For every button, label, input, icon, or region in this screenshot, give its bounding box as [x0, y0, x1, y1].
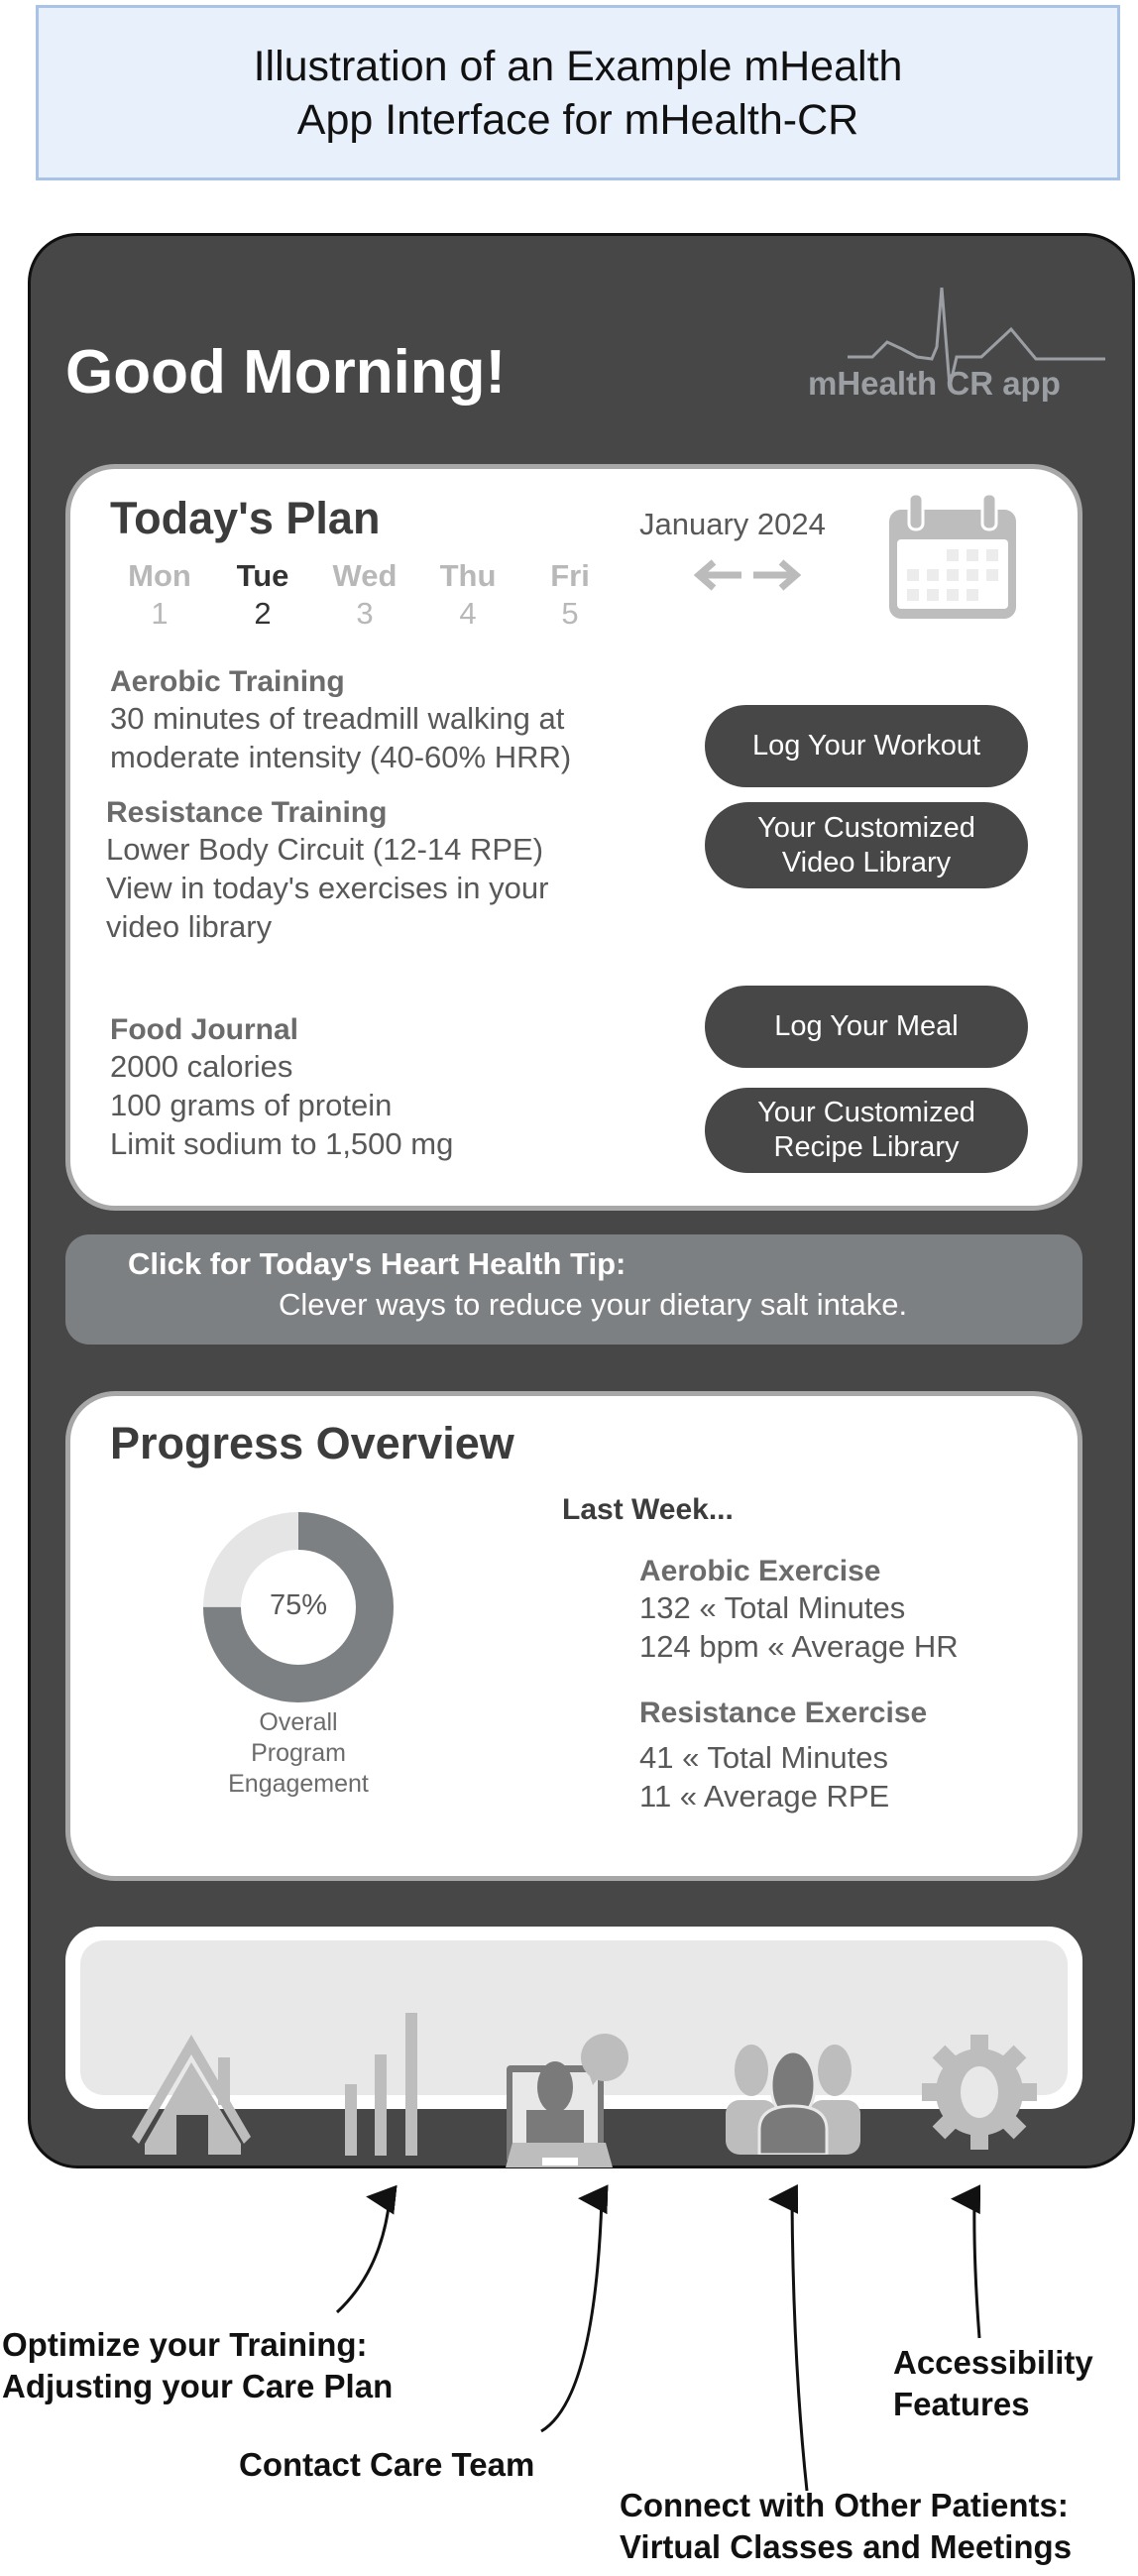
progress-title: Progress Overview — [110, 1418, 514, 1468]
section-title: Aerobic Training — [110, 665, 345, 698]
month-label: January 2024 — [639, 507, 826, 541]
heart-health-tip-banner[interactable]: Click for Today's Heart Health Tip: Clev… — [65, 1234, 1082, 1345]
aerobic-stats: Aerobic Exercise 132 « Total Minutes 124… — [639, 1555, 959, 1666]
caption-line: Program — [251, 1739, 346, 1767]
arrow-accessibility — [951, 2184, 981, 2339]
button-label: Recipe Library — [773, 1131, 960, 1163]
section-line: 2000 calories — [110, 1049, 293, 1084]
stats-title: Resistance Exercise — [639, 1697, 928, 1729]
resistance-stats: Resistance Exercise 41 « Total Minutes 1… — [639, 1697, 927, 1815]
annotation-line: Features — [893, 2386, 1030, 2422]
arrow-training — [335, 2184, 398, 2314]
day-num[interactable]: 5 — [535, 596, 605, 632]
day-tue[interactable]: Tue — [228, 558, 297, 594]
title-line-2: App Interface for mHealth-CR — [296, 95, 859, 144]
arrow-right-icon[interactable] — [751, 557, 801, 593]
resistance-training-section: Resistance Training Lower Body Circuit (… — [106, 796, 548, 946]
section-title: Food Journal — [110, 1013, 298, 1046]
section-line: Lower Body Circuit (12-14 RPE) — [106, 832, 544, 867]
day-fri[interactable]: Fri — [535, 558, 605, 594]
section-title: Resistance Training — [106, 796, 388, 829]
button-label: Video Library — [781, 846, 952, 878]
telehealth-doctor-icon[interactable] — [501, 2031, 629, 2174]
arrow-care-team — [540, 2184, 609, 2433]
button-label: Your Customized — [757, 1097, 975, 1128]
annotation-line: Accessibility — [893, 2344, 1093, 2381]
caption-line: Overall — [259, 1708, 338, 1736]
stat-line: 124 bpm « Average HR — [639, 1629, 959, 1664]
aerobic-training-section: Aerobic Training 30 minutes of treadmill… — [110, 665, 571, 776]
stat-line: 41 « Total Minutes — [639, 1740, 889, 1775]
log-workout-button[interactable]: Log Your Workout — [705, 705, 1028, 787]
log-meal-button[interactable]: Log Your Meal — [705, 986, 1028, 1068]
annotation-training: Optimize your Training: Adjusting your C… — [2, 2324, 393, 2407]
arrow-patients — [768, 2183, 809, 2492]
day-num[interactable]: 2 — [228, 596, 297, 632]
app-logo: mHealth CR app — [808, 365, 1061, 402]
annotation-patients: Connect with Other Patients: Virtual Cla… — [620, 2485, 1072, 2568]
stat-line: 132 « Total Minutes — [639, 1590, 906, 1625]
arrow-left-icon[interactable] — [694, 557, 743, 593]
title-line-1: Illustration of an Example mHealth — [253, 42, 903, 90]
section-line: moderate intensity (40-60% HRR) — [110, 740, 572, 774]
recipe-library-button[interactable]: Your Customized Recipe Library — [705, 1088, 1028, 1173]
settings-gear-icon[interactable] — [920, 2033, 1039, 2152]
figure-title: Illustration of an Example mHealth App I… — [36, 5, 1120, 180]
button-label: Log Your Workout — [751, 730, 981, 761]
section-line: video library — [106, 909, 273, 944]
community-group-icon[interactable] — [724, 2031, 862, 2155]
stat-line: 11 « Average RPE — [639, 1779, 890, 1814]
day-num[interactable]: 4 — [433, 596, 503, 632]
tip-text: Clever ways to reduce your dietary salt … — [279, 1287, 908, 1322]
engagement-percent: 75% — [269, 1589, 328, 1621]
calendar-icon[interactable] — [887, 490, 1018, 621]
annotation-line: Connect with Other Patients: — [620, 2487, 1069, 2523]
annotation-care-team: Contact Care Team — [239, 2446, 535, 2483]
annotation-line: Adjusting your Care Plan — [2, 2368, 394, 2404]
section-line: 30 minutes of treadmill walking at — [110, 701, 565, 736]
day-num[interactable]: 1 — [125, 596, 194, 632]
day-mon[interactable]: Mon — [125, 558, 194, 594]
annotation-accessibility: Accessibility Features — [893, 2342, 1093, 2425]
annotation-line: Optimize your Training: — [2, 2326, 368, 2363]
last-week-label: Last Week... — [562, 1493, 734, 1526]
food-journal-section: Food Journal 2000 calories 100 grams of … — [110, 1013, 453, 1163]
button-label: Log Your Meal — [774, 1010, 959, 1042]
caption-line: Engagement — [228, 1770, 369, 1798]
stats-title: Aerobic Exercise — [639, 1555, 881, 1587]
video-library-button[interactable]: Your Customized Video Library — [705, 802, 1028, 888]
day-num[interactable]: 3 — [330, 596, 399, 632]
annotation-line: Virtual Classes and Meetings — [620, 2528, 1073, 2565]
progress-bars-icon[interactable] — [342, 2013, 421, 2157]
engagement-caption: Overall Program Engagement — [179, 1707, 417, 1800]
day-thu[interactable]: Thu — [433, 558, 503, 594]
section-line: 100 grams of protein — [110, 1088, 393, 1122]
button-label: Your Customized — [757, 811, 975, 844]
greeting: Good Morning! — [65, 338, 507, 407]
section-line: View in today's exercises in your — [106, 871, 549, 905]
section-line: Limit sodium to 1,500 mg — [110, 1126, 454, 1161]
tip-title: Click for Today's Heart Health Tip: — [128, 1246, 626, 1281]
home-icon[interactable] — [127, 2033, 256, 2157]
day-wed[interactable]: Wed — [330, 558, 399, 594]
plan-title: Today's Plan — [110, 493, 381, 543]
